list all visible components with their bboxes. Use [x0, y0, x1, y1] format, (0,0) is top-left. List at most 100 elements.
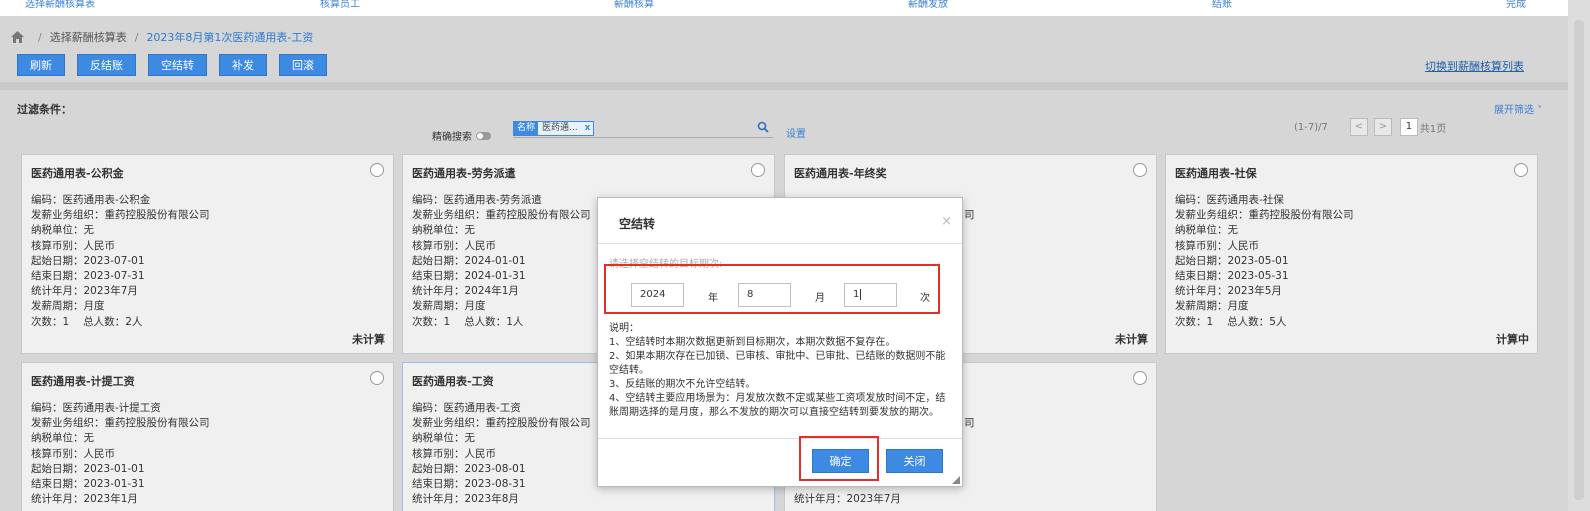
pagination: (1-7)/7 < > 1 共1页	[1294, 118, 1446, 136]
search-icon[interactable]	[757, 121, 769, 133]
payroll-card[interactable]: 医药通用表-公积金 编码：医药通用表-公积金 发薪业务组织：重药控股股份有限公司…	[21, 154, 394, 354]
status-badge: 未计算	[1115, 333, 1148, 346]
card-tax: 无	[1227, 224, 1239, 237]
dialog-header: 空结转 ×	[598, 198, 962, 244]
breadcrumb-select-table[interactable]: 选择薪酬核算表	[50, 29, 127, 45]
payroll-card[interactable]: 医药通用表-计提工资 编码：医药通用表-计提工资 发薪业务组织：重药控股股份有限…	[21, 362, 394, 511]
filter-tag: 名称 医药通... x	[513, 121, 595, 136]
month-input[interactable]: 8	[738, 283, 791, 307]
step-calculate[interactable]: 薪酬核算	[614, 0, 654, 10]
next-page-button[interactable]: >	[1373, 118, 1392, 136]
refresh-button[interactable]: 刷新	[17, 54, 65, 76]
filter-tag-remove[interactable]: x	[582, 122, 594, 135]
card-tax: 无	[464, 432, 476, 445]
card-details: 编码：医药通用表-社保 发薪业务组织：重药控股股份有限公司 纳税单位：无 核算币…	[1175, 194, 1354, 328]
breadcrumb-separator: /	[134, 30, 139, 44]
card-title: 医药通用表-计提工资	[31, 375, 135, 388]
card-cycle: 月度	[464, 300, 486, 313]
filter-tag-value: 医药通...	[542, 123, 578, 133]
resize-handle-icon[interactable]	[952, 476, 960, 484]
card-details: 编码：医药通用表-工资 发薪业务组织：重药控股股份有限公司 纳税单位：无 核算币…	[412, 402, 591, 506]
step-payout[interactable]: 薪酬发放	[908, 0, 948, 10]
card-currency: 人民币	[464, 447, 497, 460]
search-input[interactable]: 名称 医药通... x	[513, 120, 773, 138]
card-times: 1	[443, 315, 451, 328]
divider	[0, 82, 1568, 90]
card-details: 编码：医药通用表-计提工资 发薪业务组织：重药控股股份有限公司 纳税单位：无 核…	[31, 402, 210, 506]
breadcrumb: / 选择薪酬核算表 / 2023年8月第1次医药通用表-工资	[11, 30, 313, 44]
card-cycle: 月度	[1227, 300, 1249, 313]
desc-line: 3、反结账的期次不允许空结转。	[609, 379, 756, 390]
page-scrollbar[interactable]	[1568, 0, 1590, 511]
rollback-button[interactable]: 回滚	[279, 54, 327, 76]
close-button[interactable]: 关闭	[886, 449, 943, 473]
card-times: 1	[62, 315, 70, 328]
card-radio[interactable]	[370, 163, 384, 177]
card-code: 医药通用表-公积金	[62, 194, 151, 206]
card-radio[interactable]	[370, 371, 384, 385]
chevron-down-icon: ˅	[1537, 105, 1543, 116]
card-radio[interactable]	[1133, 163, 1147, 177]
step-done[interactable]: 完成	[1506, 0, 1526, 10]
card-people: 5人	[1269, 315, 1287, 328]
card-code: 医药通用表-计提工资	[62, 402, 161, 414]
step-select-table[interactable]: 选择薪酬核算表	[25, 0, 95, 10]
card-org: 重药控股股份有限公司	[104, 209, 210, 222]
card-end: 2023-07-31	[83, 270, 145, 283]
card-start: 2023-05-01	[1227, 254, 1289, 267]
supplement-button[interactable]: 补发	[219, 54, 267, 76]
card-year-month: 2024年1月	[464, 285, 519, 298]
desc-title: 说明：	[609, 323, 639, 334]
step-bar: 选择薪酬核算表 核算员工 薪酬核算 薪酬发放 结账 完成	[0, 0, 1568, 16]
unsettle-button[interactable]: 反结账	[77, 54, 136, 76]
card-org: 重药控股股份有限公司	[104, 417, 210, 430]
status-badge: 计算中	[1496, 333, 1529, 346]
times-input[interactable]: 1	[844, 283, 897, 307]
card-code: 医药通用表-社保	[1206, 194, 1284, 206]
status-badge: 未计算	[352, 333, 385, 346]
pager-total: 共1页	[1419, 123, 1447, 135]
year-input[interactable]: 2024	[631, 283, 684, 307]
card-title: 医药通用表-年终奖	[794, 167, 887, 180]
exact-search-toggle[interactable]	[476, 131, 491, 140]
step-employees[interactable]: 核算员工	[320, 0, 360, 10]
setting-link[interactable]: 设置	[786, 125, 806, 140]
step-settle[interactable]: 结账	[1212, 0, 1232, 10]
card-tax: 无	[83, 432, 95, 445]
text-cursor	[860, 289, 862, 300]
card-people: 2人	[125, 315, 143, 328]
dialog-description: 说明： 1、空结转时本期次数据更新到目标期次，本期次数据不复存在。 2、如果本期…	[609, 322, 954, 420]
switch-to-list-link[interactable]: 切换到薪酬核算列表	[1425, 58, 1524, 74]
prev-page-button[interactable]: <	[1349, 118, 1368, 136]
card-details: 统计年月：2023年7月	[794, 493, 901, 505]
chevron-left-icon: <	[1354, 121, 1364, 132]
card-currency: 人民币	[464, 239, 497, 252]
confirm-button[interactable]: 确定	[812, 449, 869, 473]
close-icon[interactable]: ×	[941, 214, 952, 229]
desc-line: 4、空结转主要应用场景为：月发放次数不定或某些工资项发放时间不定，结账周期选择的…	[609, 393, 946, 418]
card-currency: 人民币	[83, 239, 116, 252]
pager-range: (1-7)/7	[1294, 121, 1328, 133]
scrollbar-thumb[interactable]	[1574, 20, 1584, 500]
card-end: 2023-08-31	[464, 478, 526, 491]
card-radio[interactable]	[751, 163, 765, 177]
times-input-value: 1	[853, 289, 860, 300]
card-details: 编码：医药通用表-劳务派遣 发薪业务组织：重药控股股份有限公司 纳税单位：无 核…	[412, 194, 591, 328]
card-details: 编码：医药通用表-公积金 发薪业务组织：重药控股股份有限公司 纳税单位：无 核算…	[31, 194, 210, 328]
payroll-card[interactable]: 医药通用表-社保 编码：医药通用表-社保 发薪业务组织：重药控股股份有限公司 纳…	[1165, 154, 1538, 354]
filter-label: 过滤条件：	[17, 103, 72, 116]
card-radio[interactable]	[1133, 371, 1147, 385]
card-people: 1人	[506, 315, 524, 328]
page-number-input[interactable]: 1	[1399, 118, 1418, 136]
card-title: 医药通用表-社保	[1175, 167, 1257, 180]
card-radio[interactable]	[1514, 163, 1528, 177]
card-end: 2023-01-31	[83, 478, 145, 491]
home-icon[interactable]	[11, 31, 24, 43]
card-details: 司	[964, 416, 975, 431]
card-org: 重药控股股份有限公司	[485, 417, 591, 430]
card-title: 医药通用表-工资	[412, 375, 494, 388]
expand-filter-link[interactable]: 展开筛选 ˅	[1494, 101, 1542, 116]
year-unit: 年	[708, 293, 718, 304]
empty-settle-button[interactable]: 空结转	[148, 54, 207, 76]
times-unit: 次	[920, 293, 930, 304]
